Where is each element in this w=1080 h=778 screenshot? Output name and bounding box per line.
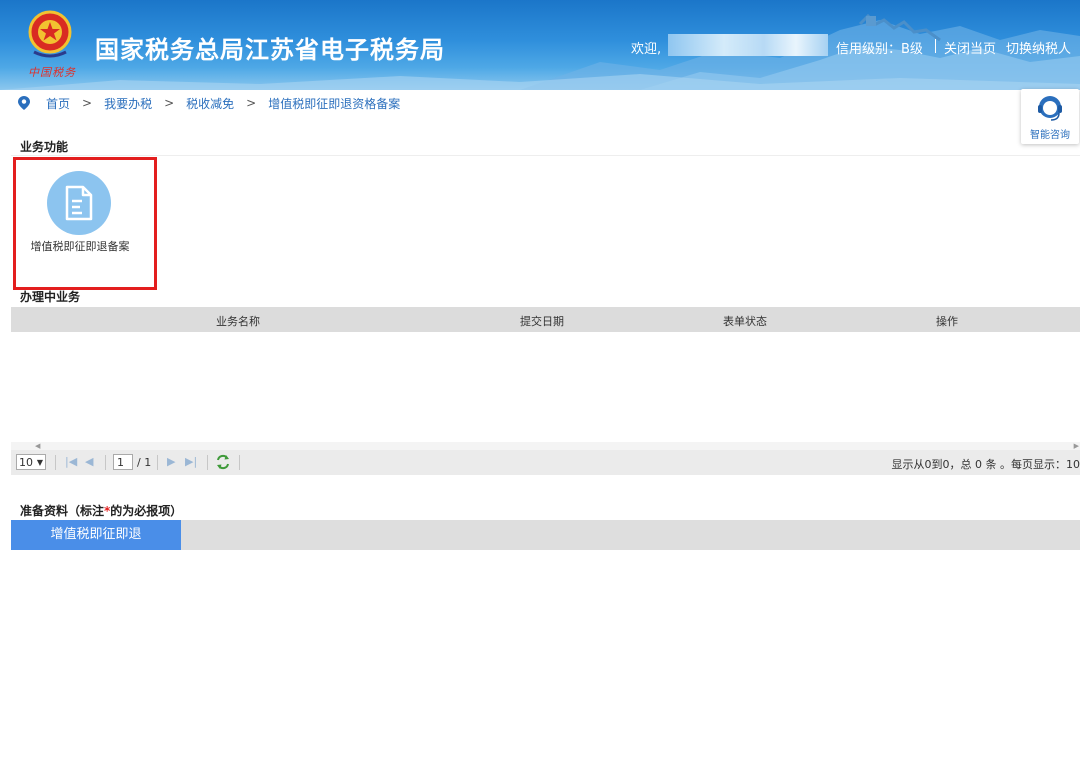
section-divider <box>11 155 1080 156</box>
pager-divider <box>55 455 56 470</box>
scroll-right-arrow[interactable]: ▶ <box>1074 442 1079 450</box>
next-page-icon[interactable]: ▶ <box>167 455 175 468</box>
materials-title-prefix: 准备资料（标注 <box>20 504 105 518</box>
breadcrumb-do-tax[interactable]: 我要办税 <box>104 95 152 112</box>
dropdown-arrow-icon: ▼ <box>36 458 43 467</box>
in-progress-table-body <box>11 332 1080 442</box>
breadcrumb-separator: > <box>246 96 257 110</box>
header-divider <box>935 39 936 53</box>
breadcrumb-tax-relief[interactable]: 税收减免 <box>186 95 234 112</box>
in-progress-title: 办理中业务 <box>20 290 81 304</box>
tab-vat-refund[interactable]: 增值税即征即退 <box>11 520 181 550</box>
pager-summary: 显示从0到0，总 0 条 。每页显示：10 <box>891 458 1080 471</box>
refresh-icon[interactable] <box>215 454 231 470</box>
prev-page-icon[interactable]: ◀ <box>85 455 93 468</box>
column-operation: 操作 <box>936 315 958 328</box>
business-functions-title: 业务功能 <box>20 140 69 154</box>
headset-icon <box>1038 96 1062 121</box>
breadcrumb-separator: > <box>82 96 93 110</box>
materials-title: 准备资料（标注*的为必报项） <box>20 502 182 519</box>
vat-refund-filing-item[interactable]: 增值税即征即退备案 <box>20 165 140 275</box>
close-page-link[interactable]: 关闭当页 <box>944 38 996 57</box>
total-pages: / 1 <box>137 456 152 469</box>
smart-consult-label: 智能咨询 <box>1030 130 1070 141</box>
first-page-icon[interactable]: |◀ <box>65 455 77 468</box>
location-pin-icon <box>18 96 30 110</box>
site-title: 国家税务总局江苏省电子税务局 <box>95 36 445 64</box>
pager-divider <box>207 455 208 470</box>
page-size-value: 10 <box>19 456 33 469</box>
column-submit-date: 提交日期 <box>520 315 564 328</box>
current-page-input[interactable]: 1 <box>113 454 133 470</box>
last-page-icon[interactable]: ▶| <box>185 455 197 468</box>
emblem-caption: 中国税务 <box>28 66 76 79</box>
pager-divider <box>239 455 240 470</box>
breadcrumb-current[interactable]: 增值税即征即退资格备案 <box>268 95 400 112</box>
column-business-name: 业务名称 <box>216 315 260 328</box>
breadcrumb: 首页 > 我要办税 > 税收减免 > 增值税即征即退资格备案 <box>18 94 400 112</box>
document-icon <box>65 185 93 221</box>
materials-title-suffix: 的为必报项） <box>110 504 183 518</box>
smart-consult-button[interactable]: 智能咨询 <box>1021 89 1079 144</box>
horizontal-scrollbar[interactable]: ◀ ▶ <box>11 442 1080 450</box>
page-size-select[interactable]: 10 ▼ <box>16 454 46 470</box>
pager-divider <box>157 455 158 470</box>
national-emblem-logo <box>28 10 72 58</box>
breadcrumb-home[interactable]: 首页 <box>46 95 70 112</box>
pager-divider <box>105 455 106 470</box>
welcome-text: 欢迎, <box>631 42 662 57</box>
credit-level: 信用级别：B级 <box>836 42 923 57</box>
in-progress-table-header: 业务名称 提交日期 表单状态 操作 <box>11 307 1080 332</box>
vat-refund-filing-label: 增值税即征即退备案 <box>30 240 130 253</box>
breadcrumb-separator: > <box>164 96 175 110</box>
scroll-left-arrow[interactable]: ◀ <box>35 442 40 450</box>
masked-username <box>668 34 828 56</box>
pagination-bar: 10 ▼ |◀ ◀ 1 / 1 ▶ ▶| 显示从0到0，总 0 条 。每页显示：… <box>11 450 1080 475</box>
column-form-status: 表单状态 <box>723 315 767 328</box>
site-header: 中国税务 国家税务总局江苏省电子税务局 欢迎, 信用级别：B级 关闭当页 切换纳… <box>0 0 1080 90</box>
switch-taxpayer-link[interactable]: 切换纳税人 <box>1006 38 1071 57</box>
function-icon-circle <box>47 171 111 235</box>
